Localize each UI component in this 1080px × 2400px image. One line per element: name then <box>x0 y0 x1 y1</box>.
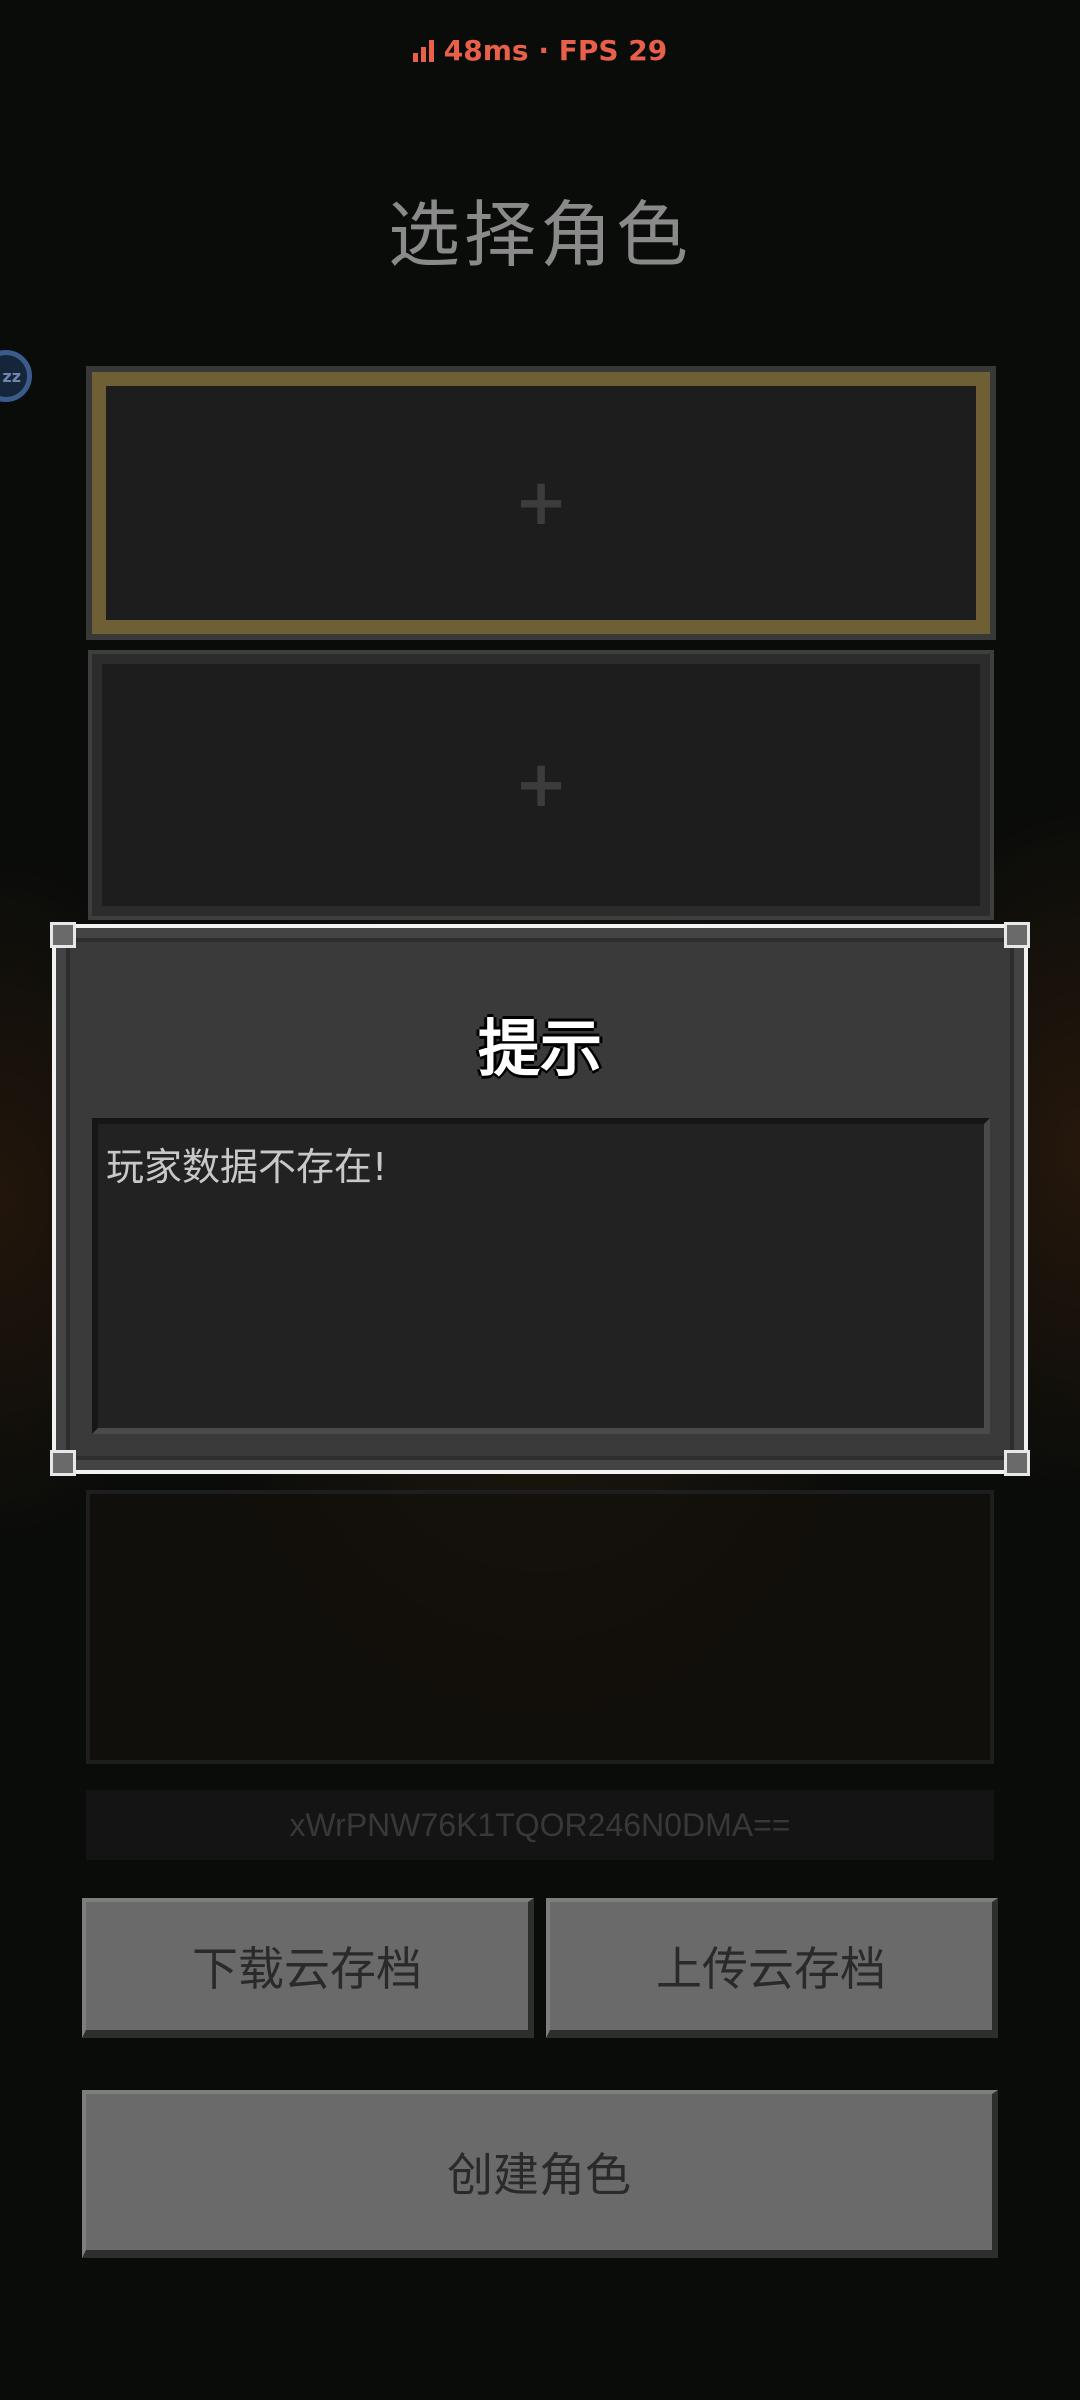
alert-dialog: 提示 玩家数据不存在! <box>50 922 1030 1476</box>
character-slot-1[interactable]: + <box>86 366 996 640</box>
add-icon: + <box>514 748 568 822</box>
corner-ornament <box>50 1450 76 1476</box>
character-slot-2[interactable]: + <box>88 650 994 920</box>
character-slot-3[interactable] <box>86 1490 994 1764</box>
download-cloud-save-button[interactable]: 下载云存档 <box>82 1898 534 2038</box>
signal-bars-icon <box>412 39 434 62</box>
corner-ornament <box>1004 922 1030 948</box>
upload-cloud-save-button[interactable]: 上传云存档 <box>546 1898 998 2038</box>
corner-ornament <box>1004 1450 1030 1476</box>
dialog-title: 提示 <box>477 1012 602 1085</box>
player-id-field: xWrPNW76K1TQOR246N0DMA== <box>86 1790 994 1860</box>
page-title: 选择角色 <box>387 193 692 277</box>
create-character-button[interactable]: 创建角色 <box>82 2090 998 2258</box>
network-status: 48ms · FPS 29 <box>0 34 1080 67</box>
status-text: 48ms · FPS 29 <box>443 34 668 67</box>
dialog-message: 玩家数据不存在! <box>92 1118 990 1434</box>
add-icon: + <box>514 466 568 540</box>
floating-button-label: zz <box>2 366 21 386</box>
corner-ornament <box>50 922 76 948</box>
